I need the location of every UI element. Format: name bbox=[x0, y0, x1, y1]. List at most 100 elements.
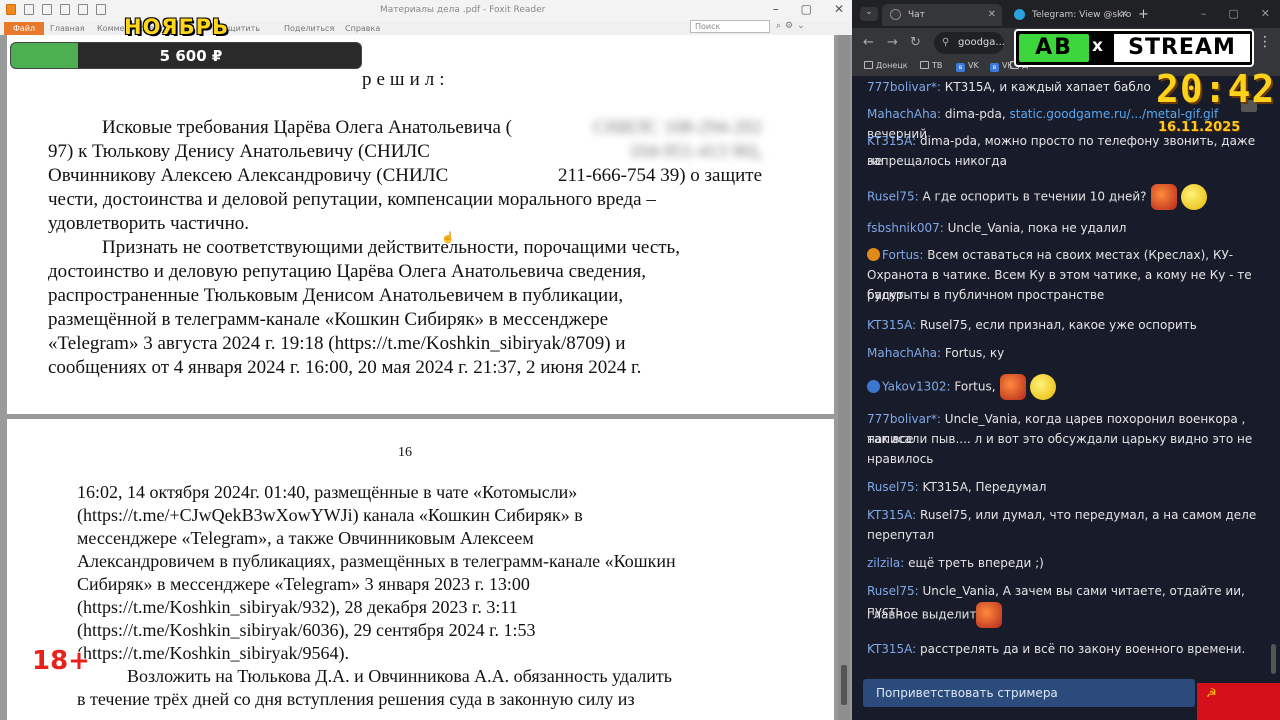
settings-icon[interactable]: ⚙ bbox=[785, 21, 797, 31]
chat-nickname[interactable]: Rusel75: bbox=[867, 190, 919, 204]
close-tab-icon[interactable]: ✕ bbox=[988, 9, 996, 20]
logo-x: x bbox=[1092, 36, 1103, 56]
doc-line: в течение трёх дней со дня вступления ре… bbox=[77, 689, 635, 709]
menu-file[interactable]: Файл bbox=[4, 22, 44, 35]
back-icon[interactable]: ← bbox=[863, 35, 874, 50]
age-rating-badge: 18+ bbox=[32, 646, 90, 676]
chat-nickname[interactable]: MahachAha: bbox=[867, 346, 941, 360]
chat-nickname[interactable]: 777bolivar*: bbox=[867, 80, 941, 94]
chat-message: MahachAha: Fortus, ку bbox=[867, 344, 1262, 364]
close-icon[interactable]: ✕ bbox=[834, 2, 844, 16]
open-icon[interactable] bbox=[24, 4, 34, 15]
maximize-icon[interactable]: ▢ bbox=[801, 2, 812, 16]
chat-nickname[interactable]: Rusel75: bbox=[867, 584, 919, 598]
undo-icon[interactable] bbox=[78, 4, 88, 15]
redacted-snils: 104-951-413 90), bbox=[629, 141, 762, 162]
emote-icon bbox=[1150, 184, 1177, 210]
doc-text: 97) к Тюлькову Денису Анатольевичу (СНИЛ… bbox=[48, 141, 430, 162]
emote-icon bbox=[976, 602, 1003, 628]
doc-line: (https://t.me/Koshkin_sibiryak/9564). bbox=[77, 643, 349, 663]
chat-nickname[interactable]: KT315A: bbox=[867, 134, 916, 148]
scroll-thumb[interactable] bbox=[841, 665, 847, 705]
save-icon[interactable] bbox=[42, 4, 52, 15]
redo-icon[interactable] bbox=[96, 4, 106, 15]
site-info-icon[interactable]: ⚲ bbox=[942, 37, 949, 48]
close-tab-icon[interactable]: ✕ bbox=[1120, 9, 1128, 20]
chat-message-continuation: запрещалось никогда bbox=[867, 152, 1262, 172]
menu-share[interactable]: Поделиться bbox=[284, 24, 334, 33]
bookmark-item[interactable]: ТВ bbox=[920, 61, 942, 70]
doc-line: распространенные Тюльковым Денисом Анато… bbox=[48, 285, 624, 306]
menu-home[interactable]: Главная bbox=[50, 24, 85, 33]
message-text: Fortus, bbox=[954, 379, 996, 394]
reload-icon[interactable]: ↻ bbox=[910, 35, 921, 50]
chat-message: KT315A: Rusel75, если признал, какое уже… bbox=[867, 316, 1262, 336]
message-text: КТ315А, и каждый хапает бабло bbox=[944, 80, 1151, 94]
minimize-icon[interactable]: – bbox=[1201, 7, 1207, 20]
stream-clock: 20:42 bbox=[1156, 67, 1276, 111]
forward-icon[interactable]: → bbox=[887, 35, 898, 50]
chat-nickname[interactable]: 777bolivar*: bbox=[867, 412, 941, 426]
doc-line: удовлетворить частично. bbox=[48, 213, 250, 234]
menu-help[interactable]: Справка bbox=[345, 24, 380, 33]
emote-icon bbox=[1180, 184, 1207, 210]
tab-chat[interactable]: Чат ✕ bbox=[882, 4, 1002, 26]
message-text: KT315A, Передумал bbox=[922, 480, 1047, 494]
chat-message-continuation: нравилось bbox=[867, 450, 1262, 470]
pdf-page-15: решил: Исковые требования Царёва Олега А… bbox=[7, 35, 834, 414]
chat-message-continuation: перепутал bbox=[867, 526, 1262, 546]
month-banner: НОЯБРЬ bbox=[124, 15, 230, 39]
doc-line: чести, достоинства и деловой репутации, … bbox=[48, 189, 656, 210]
bookmark-item[interactable]: Донецк bbox=[864, 61, 908, 70]
tab-bar: ⌄ Чат ✕ Telegram: View @skro ✕ + – ▢ ✕ bbox=[852, 0, 1280, 28]
chat-message-continuation: главное выделит bbox=[867, 602, 1262, 628]
new-tab-icon[interactable]: + bbox=[1138, 7, 1149, 22]
chevron-down-icon[interactable]: ⌄ bbox=[797, 21, 809, 31]
stream-date: 16.11.2025 bbox=[1158, 120, 1241, 135]
address-bar[interactable]: ⚲ goodga... bbox=[934, 32, 1004, 54]
tab-telegram[interactable]: Telegram: View @skro ✕ bbox=[1006, 4, 1134, 26]
chat-nickname[interactable]: Yakov1302: bbox=[882, 380, 951, 394]
minimize-icon[interactable]: – bbox=[773, 2, 779, 16]
message-text: Uncle_Vania, пока не удалил bbox=[947, 221, 1127, 235]
message-text: ещё треть впереди ;) bbox=[908, 556, 1044, 570]
chat-message: Rusel75: А где оспорить в течении 10 дне… bbox=[867, 184, 1262, 210]
search-input[interactable]: Поиск bbox=[690, 20, 770, 33]
chat-nickname[interactable]: KT315A: bbox=[867, 642, 916, 656]
chat-nickname[interactable]: Rusel75: bbox=[867, 480, 919, 494]
kebab-menu-icon[interactable]: ⋮ bbox=[1258, 34, 1272, 50]
chat-nickname[interactable]: zilzila: bbox=[867, 556, 904, 570]
doc-text: 211-666-754 39) о защите bbox=[558, 165, 762, 186]
scroll-thumb[interactable] bbox=[1271, 644, 1276, 674]
chat-scrollbar[interactable] bbox=[1270, 76, 1278, 676]
logo-stream: STREAM bbox=[1114, 34, 1250, 62]
chat-message: Yakov1302: Fortus, bbox=[867, 374, 1262, 400]
chat-nickname[interactable]: MahachAha: bbox=[867, 107, 941, 121]
message-text: Fortus, ку bbox=[944, 346, 1005, 360]
window-title: Материалы дела .pdf - Foxit Reader bbox=[380, 5, 546, 15]
folder-icon bbox=[920, 61, 929, 69]
chat-nickname[interactable]: KT315A: bbox=[867, 318, 916, 332]
message-text: Rusel75, если признал, какое уже оспорит… bbox=[920, 318, 1197, 332]
chat-nickname[interactable]: fsbshnik007: bbox=[867, 221, 944, 235]
chat-message: fsbshnik007: Uncle_Vania, пока не удалил bbox=[867, 219, 1262, 239]
bookmark-item[interactable]: в VK bbox=[956, 61, 979, 72]
maximize-icon[interactable]: ▢ bbox=[1228, 7, 1238, 20]
tab-label: Чат bbox=[908, 10, 925, 20]
close-icon[interactable]: ✕ bbox=[1261, 7, 1270, 20]
greet-streamer-button[interactable]: Поприветствовать стримера bbox=[863, 679, 1195, 707]
address-text: goodga... bbox=[958, 37, 1004, 48]
print-icon[interactable] bbox=[60, 4, 70, 15]
chat-message: KT315A: расстрелять да и всё по закону в… bbox=[867, 640, 1262, 660]
search-icon[interactable]: ⌕ bbox=[776, 21, 785, 31]
donation-goal-bar: 5 600 ₽ bbox=[10, 42, 362, 69]
message-text: запрещалось никогда bbox=[867, 154, 1007, 168]
window-controls: – ▢ ✕ bbox=[773, 2, 844, 16]
message-text: расстрелять да и всё по закону военного … bbox=[920, 642, 1246, 656]
foxit-logo-icon bbox=[6, 4, 16, 15]
chat-nickname[interactable]: KT315A: bbox=[867, 508, 916, 522]
chat-nickname[interactable]: Fortus: bbox=[882, 248, 923, 262]
tab-search-icon[interactable]: ⌄ bbox=[860, 7, 878, 21]
document-scrollbar[interactable] bbox=[838, 35, 850, 720]
chat-message: KT315A: Rusel75, или думал, что передума… bbox=[867, 506, 1262, 526]
